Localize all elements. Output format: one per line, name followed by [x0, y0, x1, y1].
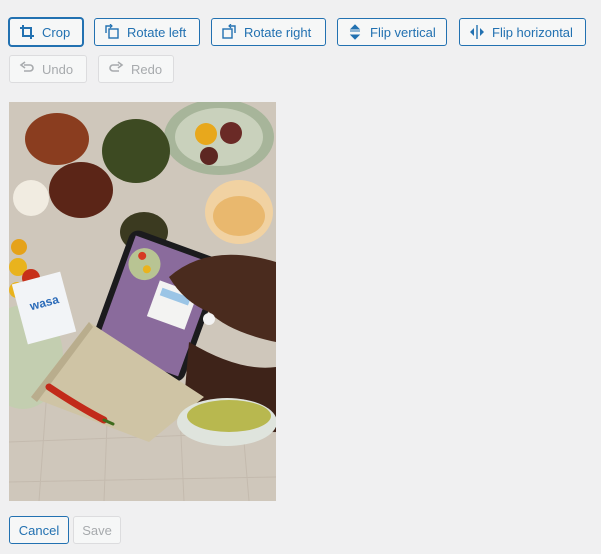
rotate-right-label: Rotate right: [244, 24, 312, 40]
undo-label: Undo: [42, 61, 74, 77]
save-label: Save: [82, 522, 112, 538]
crop-icon: [19, 24, 35, 40]
food-photo-illustration: wasa: [9, 102, 276, 501]
save-button[interactable]: Save: [73, 516, 121, 544]
redo-label: Redo: [131, 61, 163, 77]
redo-icon: [108, 61, 124, 77]
flip-horizontal-icon: [469, 24, 485, 40]
cancel-button[interactable]: Cancel: [9, 516, 69, 544]
crop-label: Crop: [42, 24, 71, 40]
crop-button[interactable]: Crop: [9, 18, 83, 46]
flip-vertical-icon: [347, 24, 363, 40]
flip-vertical-button[interactable]: Flip vertical: [337, 18, 447, 46]
image-preview: wasa: [9, 102, 276, 501]
cancel-label: Cancel: [18, 522, 60, 538]
rotate-right-icon: [221, 24, 237, 40]
rotate-right-button[interactable]: Rotate right: [211, 18, 326, 46]
flip-horizontal-button[interactable]: Flip horizontal: [459, 18, 586, 46]
redo-button[interactable]: Redo: [98, 55, 174, 83]
rotate-left-icon: [104, 24, 120, 40]
rotate-left-label: Rotate left: [127, 24, 187, 40]
undo-button[interactable]: Undo: [9, 55, 87, 83]
flip-horizontal-label: Flip horizontal: [492, 24, 573, 40]
undo-icon: [19, 61, 35, 77]
flip-vertical-label: Flip vertical: [370, 24, 436, 40]
rotate-left-button[interactable]: Rotate left: [94, 18, 200, 46]
